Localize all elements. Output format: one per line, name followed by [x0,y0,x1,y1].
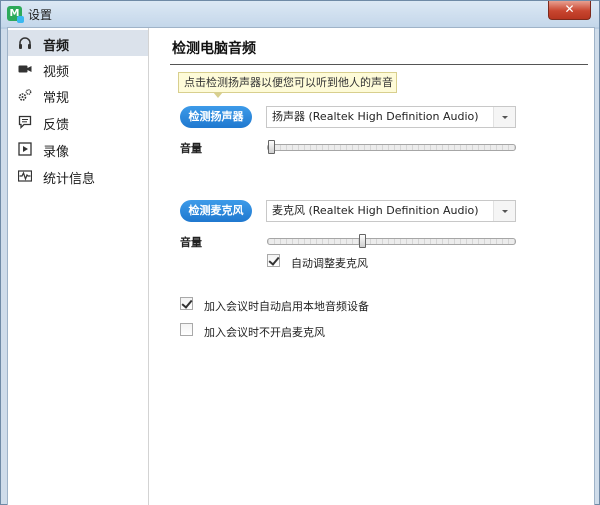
chat-bubble-icon [18,115,32,129]
sidebar-item-label: 视频 [43,65,70,80]
speaker-volume-label: 音量 [180,142,202,155]
test-microphone-button[interactable]: 检测麦克风 [180,200,252,222]
sidebar-item-audio[interactable]: 音频 [8,30,148,56]
video-camera-icon [18,65,32,73]
title-bar[interactable]: M 设置 ✕ [1,1,599,27]
sidebar: 音频 视频 常规 反馈 录像 统计信息 [8,28,149,505]
audio-settings-panel: 检测电脑音频 点击检测扬声器以便您可以听到他人的声音 检测扬声器 扬声器 (Re… [150,28,595,505]
microphone-volume-thumb[interactable] [359,234,366,248]
headphones-icon [19,37,31,49]
page-title: 检测电脑音频 [172,41,256,57]
sidebar-item-statistics[interactable]: 统计信息 [8,163,148,189]
microphone-volume-label: 音量 [180,236,202,249]
auto-adjust-mic-checkbox[interactable] [267,254,280,267]
mute-mic-on-join-label: 加入会议时不开启麦克风 [204,326,325,339]
sidebar-item-general[interactable]: 常规 [8,82,148,108]
auto-enable-audio-label: 加入会议时自动启用本地音频设备 [204,300,369,313]
waveform-stats-icon [18,170,32,182]
sidebar-item-label: 音频 [43,39,70,54]
microphone-volume-slider[interactable] [267,234,516,248]
sidebar-item-feedback[interactable]: 反馈 [8,109,148,135]
auto-enable-audio-checkbox[interactable] [180,297,193,310]
close-button[interactable]: ✕ [548,1,591,20]
sidebar-item-label: 统计信息 [43,172,96,187]
speaker-volume-slider[interactable] [267,140,516,154]
settings-window: M 设置 ✕ 音频 视频 常规 反馈 录像 统计信息 检测电脑音频 点击检测扬声… [0,0,600,505]
microphone-device-value: 麦克风 (Realtek High Definition Audio) [272,204,479,217]
play-record-icon [18,142,32,156]
speaker-device-value: 扬声器 (Realtek High Definition Audio) [272,110,479,123]
speaker-test-tooltip: 点击检测扬声器以便您可以听到他人的声音 [178,72,397,98]
sidebar-item-label: 录像 [43,145,70,160]
microphone-device-select[interactable]: 麦克风 (Realtek High Definition Audio) [266,200,516,222]
chevron-down-icon[interactable] [493,107,515,127]
mute-mic-on-join-checkbox[interactable] [180,323,193,336]
sidebar-item-recording[interactable]: 录像 [8,136,148,162]
client-area: 音频 视频 常规 反馈 录像 统计信息 检测电脑音频 点击检测扬声器以便您可以听… [7,27,595,505]
auto-adjust-mic-label: 自动调整麦克风 [291,257,368,270]
sidebar-item-video[interactable]: 视频 [8,56,148,82]
chevron-down-icon[interactable] [493,201,515,221]
app-logo-icon: M [7,6,24,23]
sidebar-item-label: 反馈 [43,118,70,133]
title-divider [170,64,588,65]
speaker-device-select[interactable]: 扬声器 (Realtek High Definition Audio) [266,106,516,128]
sidebar-item-label: 常规 [43,91,70,106]
window-title: 设置 [28,8,53,22]
speaker-volume-thumb[interactable] [268,140,275,154]
test-speaker-button[interactable]: 检测扬声器 [180,106,252,128]
gear-icon [18,89,32,101]
